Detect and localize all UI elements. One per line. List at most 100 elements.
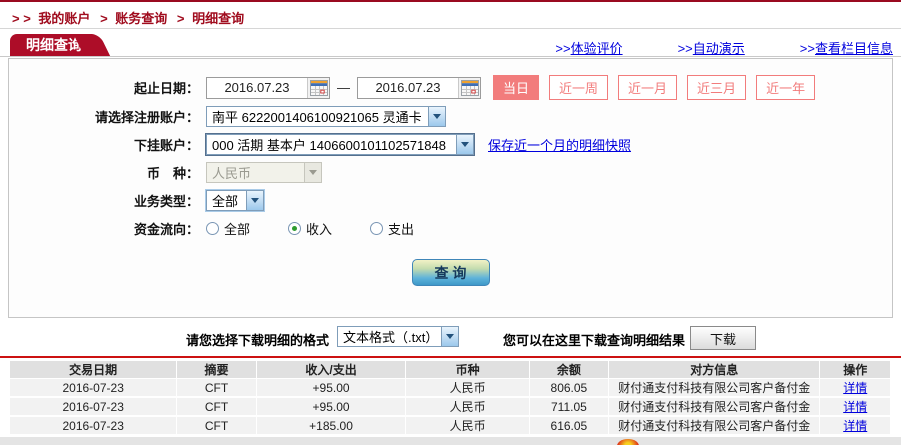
sub-account-value: 000 活期 基本户 1406600101102571848 (212, 138, 446, 153)
quick-range-today-button[interactable]: 当日 (493, 75, 540, 100)
cell-amount: +95.00 (256, 379, 407, 398)
cell-summary: CFT (177, 417, 257, 436)
link-view-column-info[interactable]: >>查看栏目信息 (800, 38, 893, 57)
query-form-panel: 起止日期： 2016.07.23 — 2016.07.23 当日 近一周 近一月… (8, 58, 893, 318)
register-account-value: 南平 6222001406100921065 灵通卡 (212, 110, 422, 125)
cell-amount: +185.00 (256, 417, 407, 436)
date-range-row: 起止日期： 2016.07.23 — 2016.07.23 当日 近一周 近一月… (9, 75, 892, 100)
cell-counterparty: 财付通支付科技有限公司客户备付金 (609, 379, 821, 398)
breadcrumb-item-account-query[interactable]: 账务查询 (115, 11, 167, 26)
radio-icon[interactable] (288, 222, 302, 235)
divider (0, 28, 901, 29)
cell-currency: 人民币 (406, 379, 530, 398)
cell-counterparty: 财付通支付科技有限公司客户备付金 (609, 417, 821, 436)
cell-date: 2016-07-23 (10, 398, 178, 417)
col-header-currency: 币种 (406, 361, 530, 379)
quick-range-week-button[interactable]: 近一周 (549, 75, 609, 100)
divider (0, 56, 901, 57)
date-range-dash: — (337, 80, 350, 95)
date-range-label: 起止日期： (133, 81, 199, 96)
chevron-down-icon (304, 163, 321, 182)
end-date-value[interactable]: 2016.07.23 (358, 80, 458, 95)
table-row: 2016-07-23 CFT +185.00 人民币 616.05 财付通支付科… (10, 417, 891, 436)
register-account-row: 请选择注册账户： 南平 6222001406100921065 灵通卡 (9, 105, 892, 128)
currency-select: 人民币 (206, 162, 322, 183)
download-format-value: 文本格式（.txt） (343, 330, 439, 345)
cell-currency: 人民币 (406, 398, 530, 417)
start-date-input[interactable]: 2016.07.23 (206, 76, 330, 99)
business-type-value: 全部 (212, 194, 239, 209)
table-row: 2016-07-23 CFT +95.00 人民币 806.05 财付通支付科技… (10, 379, 891, 398)
quick-range-year-button[interactable]: 近一年 (756, 75, 816, 100)
transactions-table: 交易日期 摘要 收入/支出 币种 余额 对方信息 操作 2016-07-23 C… (10, 361, 891, 436)
calendar-icon[interactable] (307, 77, 329, 98)
flow-radio-expense[interactable]: 支出 (370, 219, 414, 238)
header-links: >>体验评价 >>自动演示 >>查看栏目信息 (0, 38, 893, 57)
business-type-label: 业务类型： (133, 194, 199, 209)
breadcrumb: > > 我的账户 > 账务查询 > 明细查询 (12, 8, 248, 27)
sub-account-label: 下挂账户： (133, 138, 199, 153)
cell-counterparty: 财付通支付科技有限公司客户备付金 (609, 398, 821, 417)
sub-account-row: 下挂账户： 000 活期 基本户 1406600101102571848 保存近… (9, 133, 892, 156)
table-row: 2016-07-23 CFT +95.00 人民币 711.05 财付通支付科技… (10, 398, 891, 417)
register-account-select[interactable]: 南平 6222001406100921065 灵通卡 (206, 106, 446, 127)
register-account-label: 请选择注册账户： (94, 110, 199, 125)
breadcrumb-prefix: > > (12, 11, 31, 26)
query-button[interactable]: 查 询 (411, 259, 490, 286)
currency-row: 币 种： 人民币 (9, 161, 892, 184)
col-header-amount: 收入/支出 (256, 361, 407, 379)
cell-date: 2016-07-23 (10, 379, 178, 398)
chevron-down-icon[interactable] (246, 191, 263, 210)
download-button[interactable]: 下载 (690, 326, 756, 350)
calendar-icon[interactable] (458, 77, 480, 98)
business-type-select[interactable]: 全部 (205, 189, 265, 212)
detail-link[interactable]: 详情 (843, 381, 867, 395)
cell-amount: +95.00 (256, 398, 407, 417)
query-button-row: 查 询 (9, 259, 892, 286)
col-header-date: 交易日期 (10, 361, 178, 379)
currency-value: 人民币 (212, 166, 252, 181)
fund-flow-row: 资金流向： 全部 收入 支出 (9, 217, 892, 240)
sub-account-select[interactable]: 000 活期 基本户 1406600101102571848 (206, 134, 474, 155)
radio-icon[interactable] (206, 222, 219, 235)
flow-radio-income[interactable]: 收入 (288, 219, 332, 238)
cell-summary: CFT (177, 379, 257, 398)
cell-balance: 616.05 (529, 417, 610, 436)
breadcrumb-separator: > (176, 11, 185, 26)
breadcrumb-item-detail-query[interactable]: 明细查询 (192, 11, 244, 26)
table-header-row: 交易日期 摘要 收入/支出 币种 余额 对方信息 操作 (10, 361, 891, 379)
cell-date: 2016-07-23 (10, 417, 178, 436)
quick-range-month-button[interactable]: 近一月 (618, 75, 678, 100)
chevron-down-icon[interactable] (456, 135, 473, 154)
fund-flow-label: 资金流向： (133, 222, 199, 237)
breadcrumb-item-my-account[interactable]: 我的账户 (38, 11, 90, 26)
detail-query-page: > > 我的账户 > 账务查询 > 明细查询 明细查询 >>体验评价 >>自动演… (0, 0, 901, 445)
col-header-balance: 余额 (529, 361, 610, 379)
chevron-down-icon[interactable] (441, 327, 458, 346)
detail-link[interactable]: 详情 (843, 419, 867, 433)
breadcrumb-separator: > (100, 11, 108, 26)
link-experience-rating[interactable]: >>体验评价 (555, 38, 622, 57)
col-header-counterparty: 对方信息 (609, 361, 821, 379)
flow-radio-all[interactable]: 全部 (206, 219, 250, 238)
end-date-input[interactable]: 2016.07.23 (357, 76, 481, 99)
col-header-summary: 摘要 (177, 361, 257, 379)
top-red-line (0, 0, 901, 2)
link-auto-demo[interactable]: >>自动演示 (678, 38, 745, 57)
quick-range-3months-button[interactable]: 近三月 (687, 75, 747, 100)
cell-currency: 人民币 (406, 417, 530, 436)
download-hint: 您可以在这里下载查询明细结果 (503, 333, 686, 348)
footer-bar (0, 437, 901, 445)
download-format-label: 请您选择下载明细的格式 (186, 333, 330, 348)
download-format-select[interactable]: 文本格式（.txt） (337, 326, 459, 347)
detail-link[interactable]: 详情 (843, 400, 867, 414)
cell-summary: CFT (177, 398, 257, 417)
cell-balance: 806.05 (529, 379, 610, 398)
save-snapshot-link[interactable]: 保存近一个月的明细快照 (488, 135, 631, 154)
business-type-row: 业务类型： 全部 (9, 189, 892, 212)
table-top-red-line (0, 356, 901, 358)
start-date-value[interactable]: 2016.07.23 (207, 80, 307, 95)
chevron-down-icon[interactable] (428, 107, 445, 126)
download-row: 请您选择下载明细的格式 文本格式（.txt） 您可以在这里下载查询明细结果 下载 (0, 326, 901, 350)
radio-icon[interactable] (370, 222, 384, 235)
